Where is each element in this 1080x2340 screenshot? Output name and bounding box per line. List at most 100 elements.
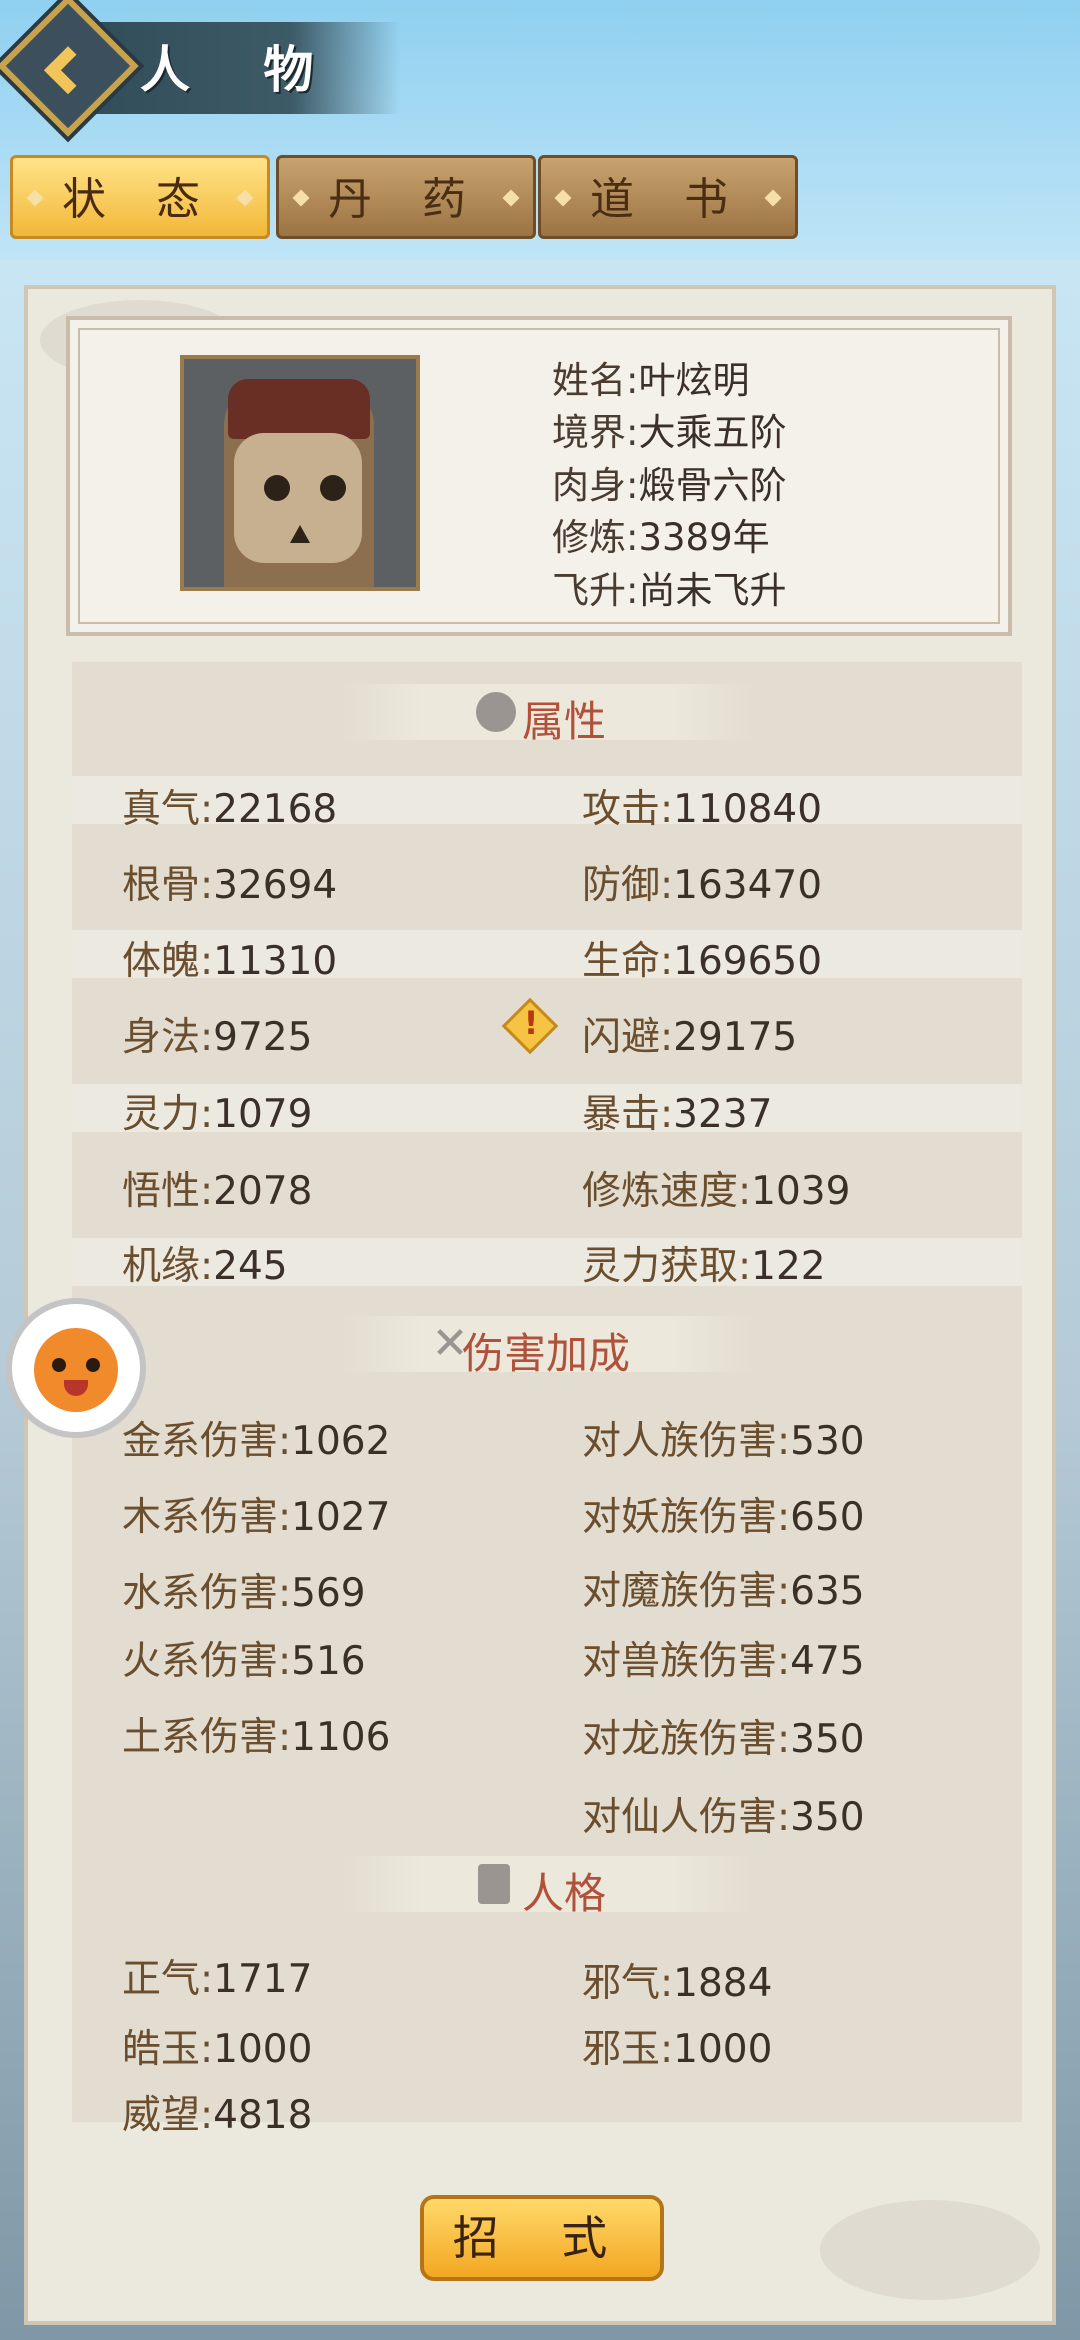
stat-value: 350 (790, 1795, 865, 1840)
stat-value: 1000 (673, 2027, 773, 2072)
stat-value: 350 (790, 1717, 865, 1762)
profile-value: 3389年 (638, 516, 770, 559)
stat-value: 1027 (291, 1495, 391, 1540)
tab-dot-right-icon (502, 189, 520, 207)
page-title: 人 物 (140, 41, 342, 99)
stat-value: 1106 (291, 1715, 391, 1760)
stat-key: 木系伤害: (122, 1495, 292, 1540)
stat-row: 正气:1717 (122, 1948, 312, 2004)
stat-value: 1062 (291, 1419, 391, 1464)
stat-key: 悟性: (122, 1169, 214, 1214)
stat-row: 生命:169650 (582, 930, 822, 986)
tab-books[interactable]: 道 书 (538, 155, 798, 239)
stat-key: 对兽族伤害: (582, 1639, 791, 1684)
stat-key: 生命: (582, 939, 674, 984)
stat-key: 威望: (122, 2093, 214, 2138)
stat-key: 邪气: (582, 1961, 674, 2006)
stat-row: 攻击:110840 (582, 778, 822, 834)
stat-value: 1884 (673, 1961, 773, 2006)
stat-key: 对妖族伤害: (582, 1495, 791, 1540)
portrait-mouth (290, 525, 310, 543)
skills-button[interactable]: 招 式 (420, 2195, 664, 2281)
stat-row: 悟性:2078 (122, 1160, 312, 1216)
pet-eye (52, 1358, 66, 1372)
stat-key: 根骨: (122, 863, 214, 908)
stat-key: 土系伤害: (122, 1715, 292, 1760)
profile-key: 飞升: (552, 569, 639, 612)
stat-value: 32694 (213, 863, 338, 908)
damage-section-title: ✕ 伤害加成 (340, 1316, 752, 1378)
warning-mark: ! (523, 1004, 539, 1042)
tab-dot-left-icon (292, 189, 310, 207)
stat-key: 闪避: (582, 1015, 674, 1060)
stat-row: 根骨:32694 (122, 854, 337, 910)
tab-pills-label: 丹 药 (328, 174, 484, 225)
profile-realm-row: 境界:大乘五阶 (552, 402, 786, 456)
stat-row: 皓玉:1000 (122, 2018, 312, 2074)
back-chevron-icon (43, 46, 93, 95)
pet-avatar-icon[interactable] (6, 1298, 146, 1438)
damage-title-text: 伤害加成 (461, 1329, 630, 1378)
stat-value: 569 (291, 1571, 366, 1616)
stat-value: 3237 (673, 1092, 773, 1137)
portrait-eye (264, 475, 290, 501)
stat-key: 真气: (122, 787, 214, 832)
stat-row: 火系伤害:516 (122, 1630, 366, 1686)
character-portrait[interactable] (180, 355, 420, 591)
tab-dot-right-icon (764, 189, 782, 207)
tab-status-label: 状 态 (62, 174, 218, 225)
stat-value: 2078 (213, 1169, 313, 1214)
stat-key: 灵力获取: (582, 1244, 752, 1289)
tab-pills[interactable]: 丹 药 (276, 155, 536, 239)
profile-ascension-row: 飞升:尚未飞升 (552, 560, 786, 614)
tab-dot-left-icon (554, 189, 572, 207)
profile-value: 尚未飞升 (638, 569, 787, 612)
portrait-hat (228, 379, 370, 439)
tab-books-label: 道 书 (590, 174, 746, 225)
stat-value: 635 (790, 1569, 865, 1614)
stat-value: 22168 (213, 787, 338, 832)
stat-row: 木系伤害:1027 (122, 1486, 390, 1542)
stat-value: 29175 (673, 1015, 798, 1060)
stat-value: 1079 (213, 1092, 313, 1137)
stat-value: 530 (790, 1419, 865, 1464)
stat-key: 暴击: (582, 1092, 674, 1137)
stat-value: 1717 (213, 1957, 313, 2002)
tab-dot-right-icon (236, 189, 254, 207)
stat-row: 邪玉:1000 (582, 2018, 772, 2074)
stat-row: 对妖族伤害:650 (582, 1486, 865, 1542)
stat-row: 身法:9725 (122, 1006, 312, 1062)
portrait-eye (320, 475, 346, 501)
stat-key: 机缘: (122, 1244, 214, 1289)
stat-key: 正气: (122, 1957, 214, 2002)
stat-row: 修炼速度:1039 (582, 1160, 850, 1216)
stat-row: 防御:163470 (582, 854, 822, 910)
personality-section-title: 人格 (340, 1856, 752, 1918)
stat-key: 防御: (582, 863, 674, 908)
stat-value: 110840 (673, 787, 823, 832)
stat-row: 威望:4818 (122, 2084, 312, 2140)
tab-status[interactable]: 状 态 (10, 155, 270, 239)
stat-key: 对人族伤害: (582, 1419, 791, 1464)
stat-row: 对人族伤害:530 (582, 1410, 865, 1466)
profile-value: 大乘五阶 (638, 411, 787, 454)
stat-row: 土系伤害:1106 (122, 1706, 390, 1762)
stat-value: 1039 (751, 1169, 851, 1214)
stat-value: 163470 (673, 863, 823, 908)
stat-value: 9725 (213, 1015, 313, 1060)
personality-title-text: 人格 (521, 1869, 606, 1918)
profile-name-row: 姓名:叶炫明 (552, 350, 749, 404)
stat-key: 对龙族伤害: (582, 1717, 791, 1762)
stat-row: 邪气:1884 (582, 1952, 772, 2008)
stat-key: 灵力: (122, 1092, 214, 1137)
stat-row: 灵力:1079 (122, 1083, 312, 1139)
pet-eye (86, 1358, 100, 1372)
pet-body (34, 1328, 118, 1412)
stat-row: 体魄:11310 (122, 930, 337, 986)
stat-value: 4818 (213, 2093, 313, 2138)
stat-row: 金系伤害:1062 (122, 1410, 390, 1466)
profile-key: 肉身: (552, 464, 639, 507)
stat-row: 水系伤害:569 (122, 1562, 366, 1618)
stat-key: 修炼速度: (582, 1169, 752, 1214)
profile-key: 境界: (552, 411, 639, 454)
